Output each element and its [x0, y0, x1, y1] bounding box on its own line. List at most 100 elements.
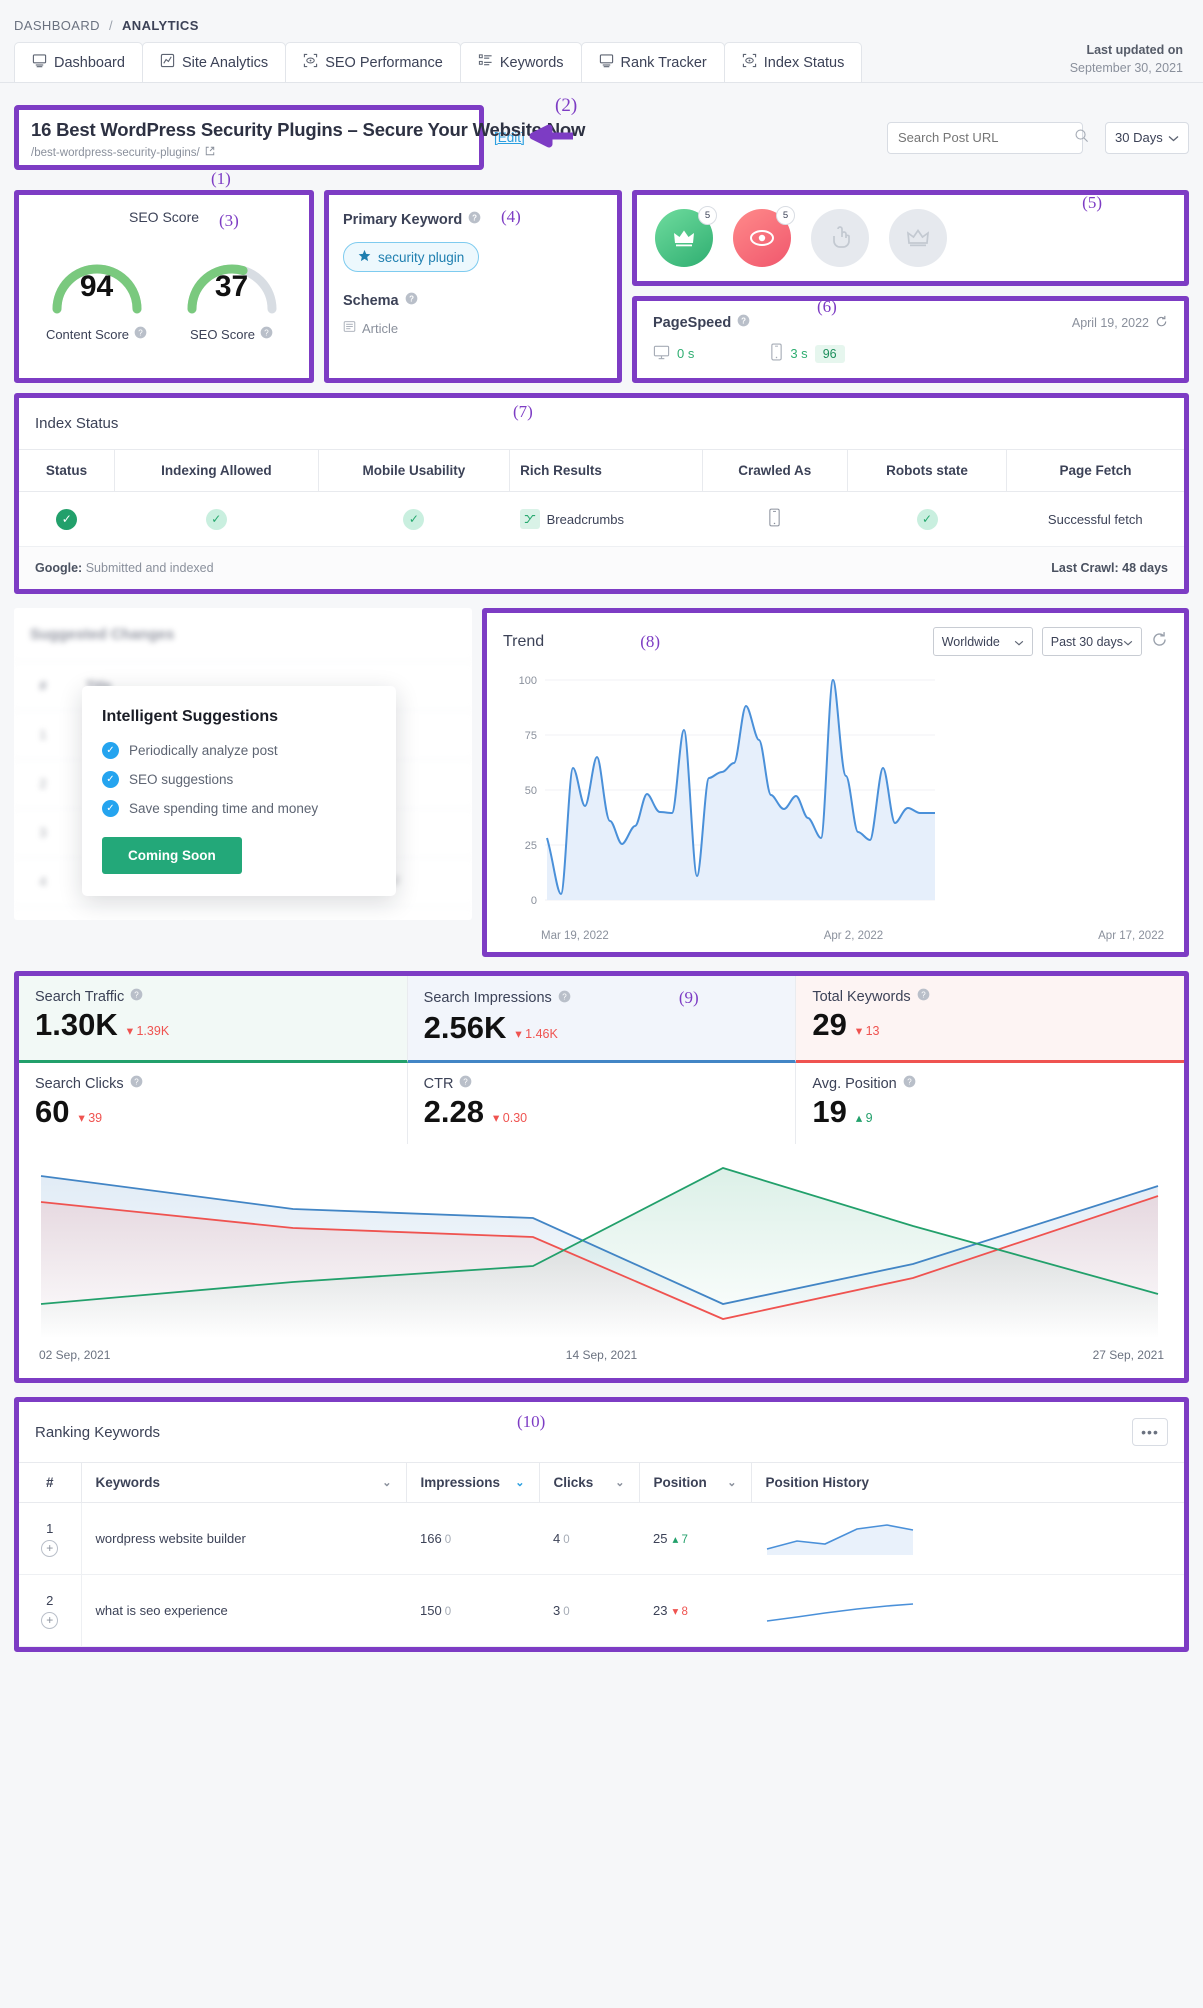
crown-badge[interactable]: 5 — [655, 206, 717, 267]
x-tick: Apr 17, 2022 — [1098, 930, 1164, 942]
help-icon[interactable]: ? — [917, 988, 930, 1005]
cell-status: ✓ — [19, 491, 115, 547]
trend-region-select[interactable]: Worldwide — [932, 627, 1033, 656]
col-keywords[interactable]: Keywords ⌄ — [80, 1462, 406, 1503]
check-icon: ✓ — [56, 508, 78, 530]
monitor-icon — [599, 53, 614, 72]
breadcrumb: DASHBOARD / ANALYTICS — [0, 0, 1203, 43]
gauge-label: Content Score — [45, 326, 130, 342]
col-page-fetch[interactable]: Page Fetch — [1006, 449, 1184, 492]
chevron-down-icon[interactable]: ⌄ — [382, 1476, 391, 1489]
metric-label: Search Impressions — [423, 990, 552, 1006]
help-icon[interactable]: ? — [130, 988, 143, 1005]
table-row[interactable]: 1 + wordpress website builder 166 0 40 25… — [19, 1502, 1184, 1575]
tab-site-analytics[interactable]: Site Analytics — [141, 42, 287, 82]
gauge-group: 94 Content Score ? 37 SEO Score ? — [29, 239, 299, 342]
col-impressions[interactable]: Impressions ⌄ — [405, 1462, 539, 1503]
tab-index-status[interactable]: Index Status — [723, 42, 863, 82]
help-icon[interactable]: ? — [459, 1075, 472, 1092]
col-position[interactable]: Position ⌄ — [638, 1462, 751, 1503]
table-row[interactable]: 2 + what is seo experience 150 0 30 23 ▾ 8 — [19, 1574, 1184, 1647]
annotation-2: (2) — [555, 95, 578, 116]
seo-score-title: SEO Score — [128, 209, 200, 225]
tab-keywords[interactable]: Keywords — [459, 42, 582, 82]
chevron-down-icon[interactable]: ⌄ — [515, 1476, 524, 1489]
cell-indexing-allowed: ✓ — [114, 491, 319, 547]
tab-dashboard[interactable]: Dashboard — [14, 42, 143, 82]
col-indexing-allowed[interactable]: Indexing Allowed — [114, 449, 319, 492]
col-mobile-usability[interactable]: Mobile Usability — [317, 449, 510, 492]
svg-text:?: ? — [134, 1078, 139, 1087]
breadcrumb-separator: / — [108, 18, 113, 33]
badges-card: 5 5 (5) — [632, 190, 1189, 286]
search-icon[interactable] — [1074, 128, 1089, 148]
tab-label: Rank Tracker — [620, 54, 707, 71]
pointer-icon — [833, 226, 850, 248]
help-icon[interactable]: ? — [903, 1075, 916, 1092]
ranking-keywords-title: Ranking Keywords — [35, 1423, 161, 1441]
ranking-keywords-table: # Keywords ⌄ Impressions ⌄ Clicks ⌄ Positio… — [19, 1462, 1184, 1647]
chevron-down-icon[interactable]: ⌄ — [615, 1476, 624, 1489]
col-robots-state[interactable]: Robots state — [846, 449, 1007, 492]
metric-delta: ▴ 9 — [855, 1111, 873, 1125]
refresh-icon[interactable] — [1151, 631, 1168, 653]
primary-keyword-label: Primary Keyword — [343, 211, 463, 228]
external-link-icon[interactable] — [205, 146, 215, 159]
pagespeed-title-wrap: PageSpeed ? — [653, 314, 750, 331]
more-dots-icon[interactable]: ••• — [1132, 1418, 1168, 1446]
help-icon[interactable]: ? — [134, 326, 147, 342]
range-select[interactable]: 30 Days — [1105, 121, 1189, 154]
cell-keyword: wordpress website builder — [81, 1502, 406, 1575]
svg-text:?: ? — [409, 295, 414, 304]
expand-icon[interactable]: + — [41, 1539, 59, 1557]
seo-score-card: SEO Score (3) 94 Content Score ? 37 SEO … — [14, 190, 314, 383]
x-tick: 02 Sep, 2021 — [39, 1348, 111, 1362]
star-icon — [358, 249, 371, 265]
post-url[interactable]: /best-wordpress-security-plugins/ — [31, 146, 467, 159]
pointer-badge[interactable] — [811, 209, 869, 267]
check-icon: ✓ — [102, 800, 119, 817]
svg-text:?: ? — [134, 991, 139, 1000]
refresh-icon[interactable] — [1155, 315, 1168, 331]
col-crawled-as[interactable]: Crawled As — [701, 449, 848, 492]
help-icon[interactable]: ? — [405, 292, 418, 309]
row-index: 1 — [14, 710, 72, 760]
metric-label: Avg. Position — [812, 1075, 897, 1092]
col-position-history: Position History — [750, 1462, 1184, 1503]
post-url-text: /best-wordpress-security-plugins/ — [31, 146, 200, 159]
crown-icon — [674, 230, 694, 247]
help-icon[interactable]: ? — [737, 314, 750, 331]
primary-keyword-pill[interactable]: security plugin — [343, 242, 480, 272]
row-index-cell: 1 + — [19, 1502, 82, 1575]
col-status[interactable]: Status — [19, 449, 115, 492]
breadcrumb-root[interactable]: DASHBOARD — [14, 18, 100, 33]
crown-badge-grey[interactable] — [889, 209, 947, 267]
annotation-5: (5) — [1082, 193, 1102, 212]
list-item[interactable]: 5Are You Missing These SEO Elements on Y… — [14, 906, 472, 920]
col-clicks[interactable]: Clicks ⌄ — [538, 1462, 639, 1503]
x-tick: 27 Sep, 2021 — [1092, 1348, 1164, 1362]
pagespeed-date: April 19, 2022 — [1071, 315, 1149, 330]
coming-soon-button[interactable]: Coming Soon — [102, 837, 242, 874]
search-input[interactable] — [898, 130, 1074, 145]
svg-text:?: ? — [472, 214, 477, 223]
help-icon[interactable]: ? — [558, 990, 571, 1007]
col-rich-results[interactable]: Rich Results — [509, 449, 702, 492]
chevron-down-icon[interactable]: ⌄ — [727, 1476, 736, 1489]
list-icon — [478, 53, 493, 72]
chevron-down-icon — [1123, 635, 1133, 649]
row-index-cell: 2 + — [19, 1574, 82, 1647]
trend-period-select[interactable]: Past 30 days — [1041, 627, 1142, 656]
tab-seo-performance[interactable]: SEO Performance — [285, 42, 461, 82]
help-icon[interactable]: ? — [468, 211, 481, 228]
row-index: 2 — [14, 759, 72, 809]
gauge-content-score: 94 Content Score ? — [43, 239, 151, 342]
tab-label: Dashboard — [54, 54, 125, 71]
help-icon[interactable]: ? — [130, 1075, 143, 1092]
help-icon[interactable]: ? — [260, 326, 273, 342]
eye-badge[interactable]: 5 — [733, 206, 795, 267]
search-post-url[interactable] — [887, 121, 1088, 154]
cell-page-fetch: Successful fetch — [1006, 491, 1184, 547]
tab-rank-tracker[interactable]: Rank Tracker — [580, 42, 725, 82]
expand-icon[interactable]: + — [41, 1611, 59, 1629]
